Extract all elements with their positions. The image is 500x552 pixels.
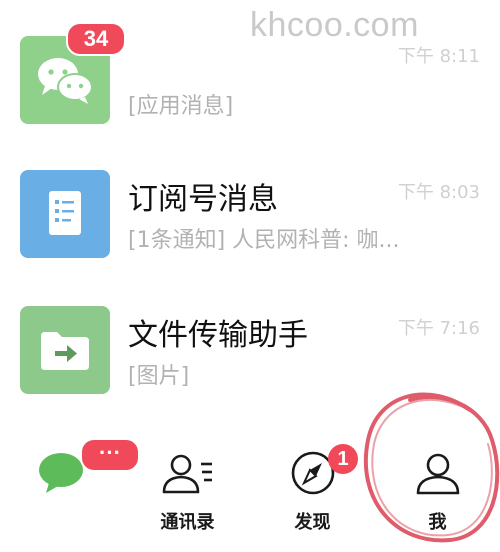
tab-contacts[interactable]: 通讯录 bbox=[125, 430, 250, 552]
chat-item-app-messages[interactable]: 34 [应用消息] 下午 8:11 bbox=[0, 0, 500, 124]
chat-preview: [应用消息] bbox=[128, 94, 234, 119]
unread-badge: 34 bbox=[66, 22, 126, 56]
chat-time: 下午 8:11 bbox=[397, 46, 480, 67]
bottom-tab-bar: ··· 通讯录 1 发现 我 bbox=[0, 430, 500, 552]
chat-preview: [1条通知] 人民网科普: 咖... bbox=[128, 228, 400, 253]
wechat-bubbles-icon bbox=[38, 58, 93, 104]
chat-time: 下午 8:03 bbox=[397, 182, 480, 203]
chat-title: 订阅号消息 bbox=[128, 182, 278, 217]
chat-item-file-transfer[interactable]: 文件传输助手 [图片] 下午 7:16 bbox=[0, 296, 500, 416]
avatar bbox=[20, 306, 110, 394]
tab-label: 发现 bbox=[294, 512, 331, 533]
tab-label: 我 bbox=[428, 512, 447, 533]
tab-label: 通讯录 bbox=[160, 512, 215, 533]
tab-chats[interactable]: ··· bbox=[0, 430, 140, 552]
contacts-icon bbox=[162, 454, 212, 494]
avatar bbox=[20, 170, 110, 258]
chat-time: 下午 7:16 bbox=[397, 318, 480, 339]
tab-discover[interactable]: 1 发现 bbox=[250, 430, 375, 552]
profile-icon bbox=[416, 453, 459, 495]
tab-me[interactable]: 我 bbox=[375, 430, 500, 552]
chat-title: 文件传输助手 bbox=[128, 318, 308, 353]
tab-badge: 1 bbox=[328, 444, 358, 474]
chat-item-subscriptions[interactable]: 订阅号消息 [1条通知] 人民网科普: 咖... 下午 8:03 bbox=[0, 160, 500, 280]
document-icon bbox=[49, 191, 81, 235]
folder-arrow-icon bbox=[41, 332, 89, 370]
chat-preview: [图片] bbox=[128, 364, 190, 389]
